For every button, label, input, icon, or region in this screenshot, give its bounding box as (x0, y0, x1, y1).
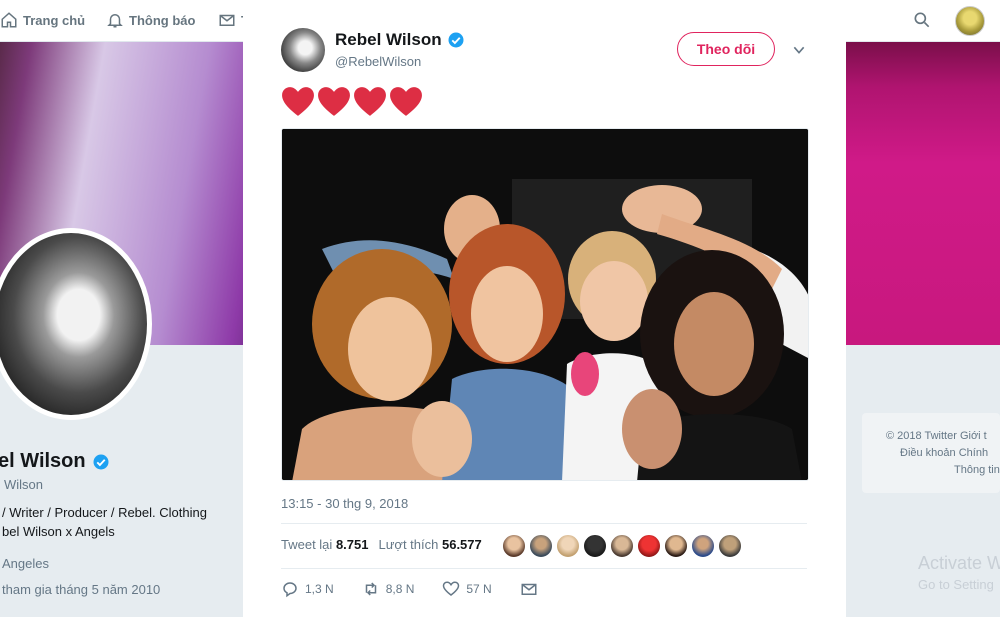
liker-avatars (502, 534, 742, 558)
envelope-icon (521, 583, 537, 595)
profile-bio-line: / Writer / Producer / Rebel. Clothing (2, 505, 207, 520)
like-button[interactable]: 57 N (442, 580, 492, 598)
direct-message-button[interactable] (520, 580, 538, 598)
likes-stat[interactable]: Lượt thích 56.577 (378, 537, 481, 552)
tweet-text (281, 86, 423, 118)
divider (281, 568, 807, 569)
avatar[interactable] (583, 534, 607, 558)
profile-bio-line: bel Wilson x Angels (2, 524, 115, 539)
follow-button[interactable]: Theo dõi (677, 32, 775, 66)
profile-name-text: el Wilson (0, 450, 86, 472)
tweet-photo[interactable] (281, 128, 809, 481)
retweets-stat[interactable]: Tweet lại 8.751 (281, 537, 368, 552)
avatar[interactable] (556, 534, 580, 558)
likes-label: Lượt thích (378, 537, 439, 552)
retweet-count: 8,8 N (385, 582, 415, 596)
profile-info: el Wilson Wilson / Writer / Producer / R… (0, 345, 243, 617)
sidebar-footer-card: © 2018 Twitter Giới t Điều khoản Chính T… (862, 413, 1000, 493)
nav-notifications-label: Thông báo (129, 12, 196, 28)
footer-links-line[interactable]: Thông tin (954, 464, 1000, 476)
profile-location: Angeles (2, 556, 49, 571)
profile-joined-date: tham gia tháng 5 năm 2010 (2, 582, 161, 597)
avatar[interactable] (664, 534, 688, 558)
nav-home-label: Trang chủ (23, 12, 86, 28)
verified-badge-icon (93, 454, 109, 469)
avatar[interactable] (502, 534, 526, 558)
heart-icon (390, 87, 422, 116)
search-icon[interactable] (912, 10, 932, 30)
reply-icon (283, 582, 297, 598)
avatar[interactable] (637, 534, 661, 558)
nav-notifications[interactable]: Thông báo (106, 11, 195, 29)
activate-windows-subtitle: Go to Setting (918, 577, 994, 592)
author-avatar[interactable] (281, 28, 325, 72)
divider (281, 523, 807, 524)
tweet-timestamp[interactable]: 13:15 - 30 thg 9, 2018 (281, 496, 408, 511)
likes-count: 56.577 (441, 537, 482, 552)
avatar[interactable] (610, 534, 634, 558)
chevron-down-icon[interactable] (791, 42, 807, 58)
retweet-button[interactable]: 8,8 N (362, 580, 415, 598)
envelope-icon (219, 14, 235, 26)
heart-icon (354, 87, 386, 116)
reply-count: 1,3 N (305, 582, 334, 596)
heart-outline-icon (443, 581, 460, 596)
retweets-count: 8.751 (335, 537, 369, 552)
heart-icon (282, 87, 314, 116)
author-name-text: Rebel Wilson (335, 30, 442, 49)
profile-bio: / Writer / Producer / Rebel. Clothing be… (2, 503, 207, 541)
profile-banner-right (846, 42, 1000, 345)
avatar[interactable] (691, 534, 715, 558)
profile-name[interactable]: el Wilson (0, 450, 110, 473)
tweet-modal: Rebel Wilson @RebelWilson Theo dõi 13:15… (243, 0, 846, 617)
retweet-icon (365, 582, 376, 596)
profile-handle: Wilson (4, 477, 44, 492)
home-icon (1, 12, 17, 28)
nav-home[interactable]: Trang chủ (0, 11, 85, 29)
bell-icon (107, 14, 123, 28)
author-name[interactable]: Rebel Wilson (335, 30, 465, 50)
like-count: 57 N (466, 582, 492, 596)
account-avatar[interactable] (955, 6, 985, 36)
retweets-label: Tweet lại (281, 537, 333, 552)
tweet-photo-illustration (282, 129, 808, 480)
reply-button[interactable]: 1,3 N (281, 580, 334, 598)
tweet-stats: Tweet lại 8.751 Lượt thích 56.577 (281, 537, 482, 552)
author-handle[interactable]: @RebelWilson (335, 54, 421, 69)
heart-icon (318, 87, 350, 116)
avatar[interactable] (529, 534, 553, 558)
verified-badge-icon (448, 32, 464, 48)
footer-links-line[interactable]: Điều khoản Chính (900, 447, 988, 459)
activate-windows-title: Activate W (918, 553, 1000, 573)
avatar[interactable] (718, 534, 742, 558)
footer-links-line[interactable]: © 2018 Twitter Giới t (886, 430, 987, 442)
tweet-actions: 1,3 N 8,8 N 57 N (281, 580, 566, 598)
